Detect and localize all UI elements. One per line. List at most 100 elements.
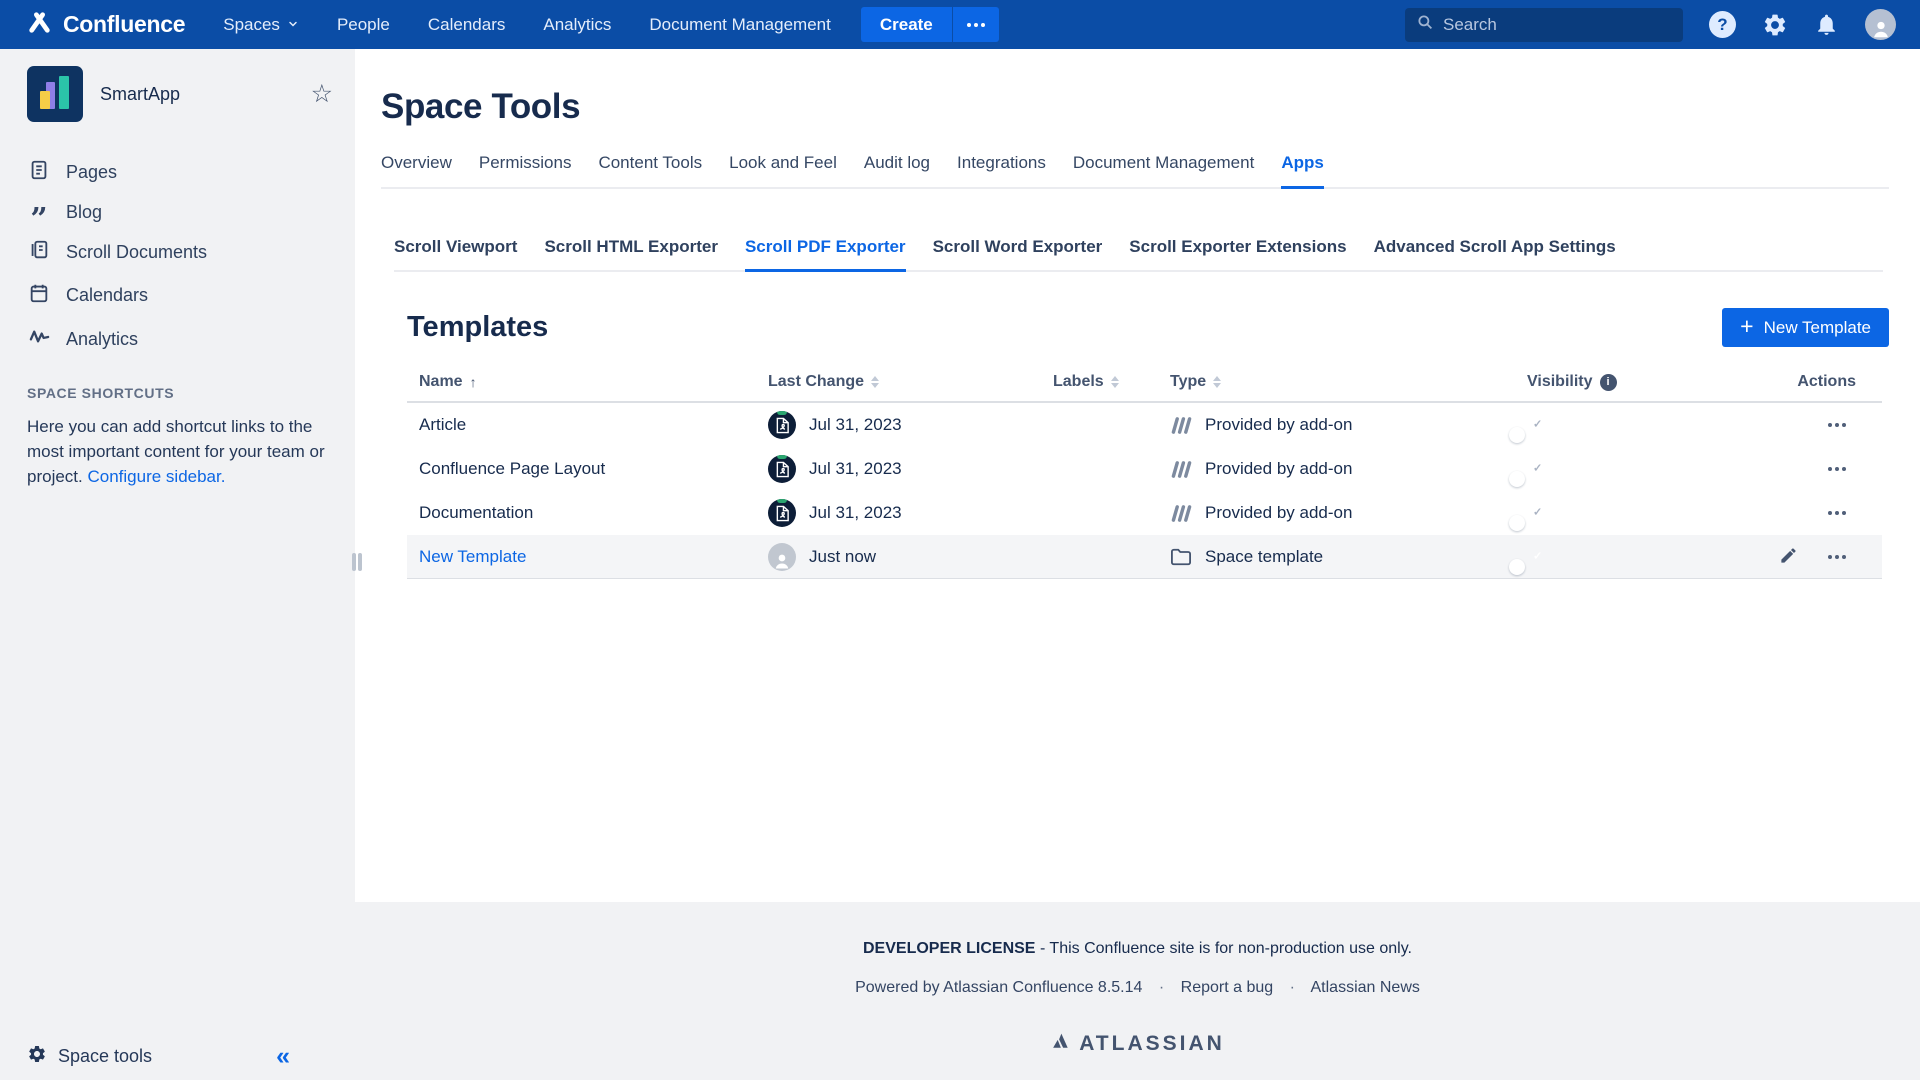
check-icon: ✓ bbox=[1533, 507, 1542, 518]
subtab-scroll-exporter-extensions[interactable]: Scroll Exporter Extensions bbox=[1129, 237, 1346, 270]
collapse-sidebar-icon[interactable]: « bbox=[276, 1044, 290, 1069]
tab-apps[interactable]: Apps bbox=[1281, 153, 1324, 189]
row-more-actions-button[interactable] bbox=[1828, 423, 1846, 427]
actions-cell bbox=[1767, 423, 1882, 427]
subtab-scroll-pdf-exporter[interactable]: Scroll PDF Exporter bbox=[745, 237, 906, 272]
template-row: New Template Just now Space template ✓ bbox=[407, 535, 1882, 579]
space-tools-link[interactable]: Space tools bbox=[58, 1046, 152, 1067]
separator: · bbox=[1159, 979, 1164, 996]
atlassian-wordmark: ATLASSIAN bbox=[1079, 1032, 1225, 1056]
space-logo[interactable] bbox=[27, 66, 83, 122]
global-search[interactable] bbox=[1405, 8, 1683, 42]
primary-nav: Spaces People Calendars Analytics Document M… bbox=[223, 15, 831, 35]
subtab-scroll-viewport[interactable]: Scroll Viewport bbox=[394, 237, 517, 270]
sidebar-item-blog[interactable]: ”Blog bbox=[0, 194, 355, 231]
subtab-scroll-word-exporter[interactable]: Scroll Word Exporter bbox=[933, 237, 1103, 270]
favorite-star-icon[interactable]: ☆ bbox=[311, 82, 333, 107]
tab-audit-log[interactable]: Audit log bbox=[864, 153, 930, 187]
tab-overview[interactable]: Overview bbox=[381, 153, 452, 187]
report-a-bug-link[interactable]: Report a bug bbox=[1181, 979, 1274, 996]
row-more-actions-button[interactable] bbox=[1828, 467, 1846, 471]
column-header-actions: Actions bbox=[1767, 373, 1882, 391]
nav-item-document-management[interactable]: Document Management bbox=[649, 15, 830, 35]
tab-document-management[interactable]: Document Management bbox=[1073, 153, 1254, 187]
plus-icon: + bbox=[1740, 315, 1753, 338]
nav-item-analytics[interactable]: Analytics bbox=[543, 15, 611, 35]
last-change-cell: Jul 31, 2023 bbox=[768, 411, 1053, 439]
new-template-button[interactable]: + New Template bbox=[1722, 308, 1889, 347]
nav-item-calendars[interactable]: Calendars bbox=[428, 15, 506, 35]
sidebar-resize-handle[interactable] bbox=[352, 553, 362, 571]
sidebar-item-scroll-documents[interactable]: Scroll Documents bbox=[0, 231, 355, 274]
template-name: Documentation bbox=[419, 503, 533, 522]
space-name: SmartApp bbox=[100, 84, 180, 105]
last-change-value: Jul 31, 2023 bbox=[809, 503, 902, 523]
user-avatar bbox=[768, 543, 796, 571]
nav-item-spaces[interactable]: Spaces bbox=[223, 15, 299, 35]
sidebar-item-pages[interactable]: Pages bbox=[0, 151, 355, 194]
nav-item-people[interactable]: People bbox=[337, 15, 390, 35]
user-avatar[interactable] bbox=[1865, 9, 1896, 40]
license-text: - This Confluence site is for non-produc… bbox=[1040, 940, 1412, 957]
column-header-visibility[interactable]: Visibilityi bbox=[1527, 373, 1767, 391]
row-more-actions-button[interactable] bbox=[1828, 555, 1846, 559]
blog-quote-icon: ” bbox=[30, 215, 47, 225]
sort-ascending-icon: ↑ bbox=[470, 374, 477, 390]
atlassian-news-link[interactable]: Atlassian News bbox=[1311, 979, 1420, 996]
type-cell: Provided by add-on bbox=[1170, 415, 1527, 435]
check-icon: ✓ bbox=[1533, 551, 1542, 562]
type-label: Space template bbox=[1205, 547, 1323, 567]
last-change-cell: Just now bbox=[768, 543, 1053, 571]
create-button[interactable]: Create bbox=[861, 7, 952, 42]
template-row: Confluence Page LayoutJul 31, 2023Provid… bbox=[407, 447, 1882, 491]
nav-item-label: Document Management bbox=[649, 15, 830, 35]
type-cell: Provided by add-on bbox=[1170, 503, 1527, 523]
last-change-value: Just now bbox=[809, 547, 876, 567]
templates-table: Name↑Last Change Labels Type VisibilityiAct… bbox=[407, 373, 1882, 579]
sidebar-item-calendars[interactable]: Calendars bbox=[0, 274, 355, 317]
row-more-actions-button[interactable] bbox=[1828, 511, 1846, 515]
info-icon[interactable]: i bbox=[1600, 374, 1617, 391]
ellipsis-icon bbox=[1828, 511, 1832, 515]
column-label: Last Change bbox=[768, 373, 864, 391]
column-header-labels[interactable]: Labels bbox=[1053, 373, 1170, 391]
powered-by-line: Powered by Atlassian Confluence 8.5.14 ·… bbox=[355, 979, 1920, 997]
actions-cell bbox=[1767, 546, 1882, 568]
column-label: Labels bbox=[1053, 373, 1104, 391]
subtab-scroll-html-exporter[interactable]: Scroll HTML Exporter bbox=[544, 237, 718, 270]
column-label: Type bbox=[1170, 373, 1206, 391]
tab-integrations[interactable]: Integrations bbox=[957, 153, 1046, 187]
toggle-knob bbox=[1509, 471, 1525, 487]
addon-slashes-icon bbox=[1170, 504, 1192, 523]
configure-sidebar-link[interactable]: Configure sidebar. bbox=[87, 467, 225, 486]
create-more-button[interactable] bbox=[953, 7, 999, 42]
check-icon: ✓ bbox=[1533, 463, 1542, 474]
tab-permissions[interactable]: Permissions bbox=[479, 153, 572, 187]
confluence-brand[interactable]: Confluence bbox=[26, 9, 185, 41]
column-header-type[interactable]: Type bbox=[1170, 373, 1527, 391]
type-cell: Space template bbox=[1170, 547, 1527, 567]
space-tools-gear-icon bbox=[27, 1044, 47, 1069]
template-name-link[interactable]: New Template bbox=[419, 547, 526, 566]
last-change-cell: Jul 31, 2023 bbox=[768, 499, 1053, 527]
column-header-name[interactable]: Name↑ bbox=[407, 373, 768, 391]
license-note: DEVELOPER LICENSE - This Confluence site… bbox=[355, 940, 1920, 958]
template-name-cell: Confluence Page Layout bbox=[407, 459, 768, 479]
subtab-advanced-scroll-app-settings[interactable]: Advanced Scroll App Settings bbox=[1374, 237, 1616, 270]
help-icon[interactable]: ? bbox=[1709, 11, 1736, 38]
templates-heading: Templates bbox=[407, 311, 548, 344]
template-name: Article bbox=[419, 415, 466, 434]
actions-cell bbox=[1767, 511, 1882, 515]
last-change-value: Jul 31, 2023 bbox=[809, 459, 902, 479]
column-header-change[interactable]: Last Change bbox=[768, 373, 1053, 391]
search-input[interactable] bbox=[1443, 15, 1672, 35]
tab-content-tools[interactable]: Content Tools bbox=[598, 153, 702, 187]
pdf-app-avatar bbox=[768, 455, 796, 483]
tab-look-and-feel[interactable]: Look and Feel bbox=[729, 153, 837, 187]
template-name-cell: Documentation bbox=[407, 503, 768, 523]
sidebar-item-analytics[interactable]: Analytics bbox=[0, 317, 355, 361]
edit-template-button[interactable] bbox=[1779, 546, 1798, 568]
settings-gear-icon[interactable] bbox=[1762, 12, 1788, 38]
notifications-bell-icon[interactable] bbox=[1814, 12, 1839, 37]
pdf-app-avatar bbox=[768, 499, 796, 527]
